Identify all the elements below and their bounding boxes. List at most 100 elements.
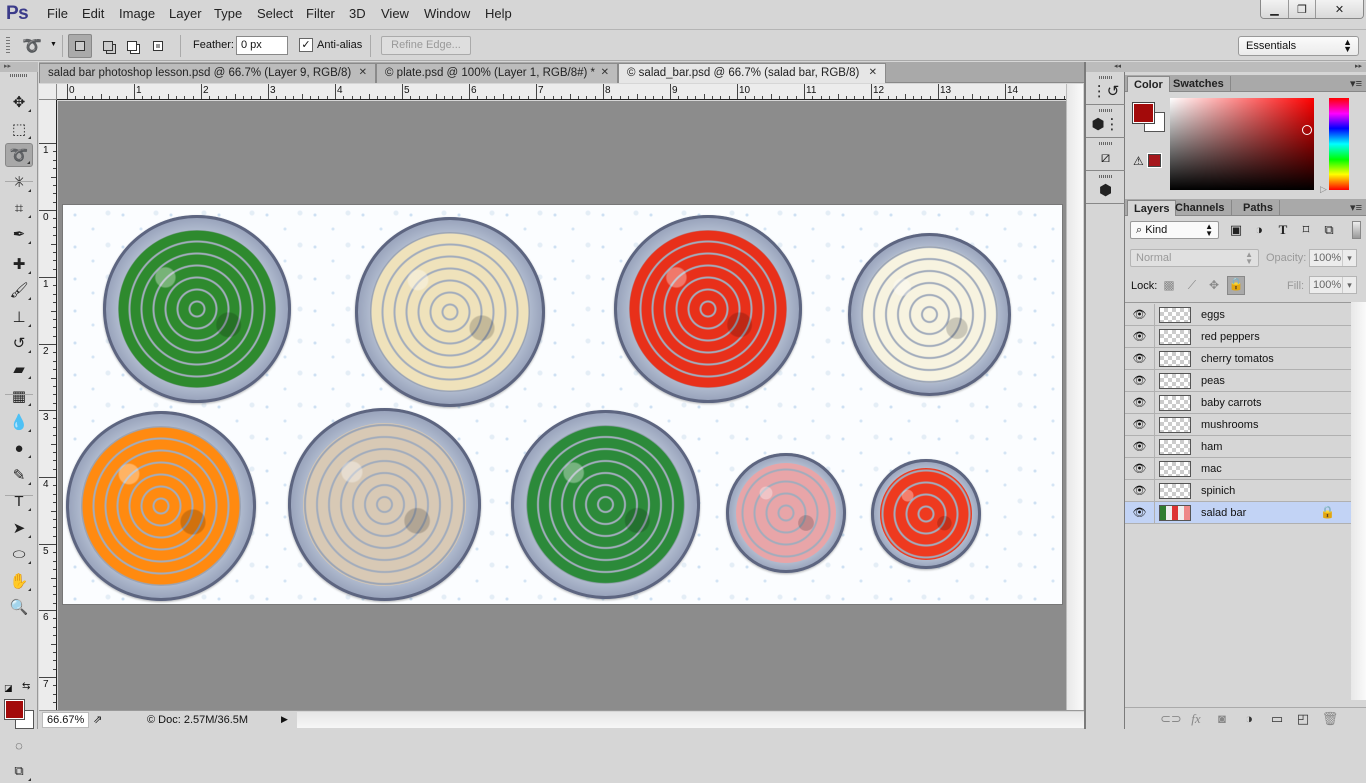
tab-color[interactable]: Color	[1127, 76, 1170, 92]
menu-layer[interactable]: Layer	[169, 6, 202, 21]
visibility-eye-icon[interactable]: 👁	[1125, 370, 1155, 392]
adjustment-layer-filter-icon[interactable]: ◑	[1251, 222, 1267, 237]
color-picker-field[interactable]	[1170, 98, 1314, 190]
blur-tool-button[interactable]: 💧	[5, 410, 33, 434]
transform-panel-button[interactable]: ⧄	[1086, 139, 1125, 171]
clone-stamp-tool-button[interactable]: ⊥	[5, 305, 33, 329]
layer-row[interactable]: 👁 mushrooms	[1125, 414, 1351, 436]
screen-mode-button[interactable]: ⧉	[5, 759, 33, 783]
visibility-eye-icon[interactable]: 👁	[1125, 458, 1155, 480]
close-tab-icon[interactable]: ✕	[869, 67, 877, 78]
fill-dropdown-icon[interactable]: ▾	[1342, 277, 1356, 293]
tab-paths[interactable]: Paths	[1237, 200, 1280, 216]
subtract-from-selection-button[interactable]	[120, 34, 144, 58]
tab-salad-bar[interactable]: © salad_bar.psd @ 66.7% (salad bar, RGB/…	[618, 63, 886, 83]
hue-slider-marker-icon[interactable]: ▷	[1320, 184, 1327, 195]
tool-preset-dropdown-icon[interactable]: ▼	[50, 41, 57, 48]
lasso-tool-preset-icon[interactable]: ➰	[22, 36, 42, 56]
add-mask-icon[interactable]: ◙	[1213, 711, 1231, 726]
default-colors-icon[interactable]: ◪	[4, 683, 13, 694]
foreground-color-swatch[interactable]	[1132, 102, 1155, 124]
ellipse-tool-button[interactable]: ⬭	[5, 542, 33, 566]
tab-channels[interactable]: Channels	[1169, 200, 1232, 216]
pixel-layer-filter-icon[interactable]: ▣	[1228, 222, 1244, 238]
layer-row[interactable]: 👁 cherry tomatos	[1125, 348, 1351, 370]
zoom-level-input[interactable]: 66.67%	[42, 712, 89, 728]
restore-button[interactable]: ❐	[1288, 0, 1315, 18]
feather-input[interactable]: 0 px	[236, 36, 288, 55]
vertical-ruler[interactable]: 1 0 1 2 3 4 5 6 7	[39, 100, 57, 710]
layer-row[interactable]: 👁 peas	[1125, 370, 1351, 392]
visibility-eye-icon[interactable]: 👁	[1125, 502, 1155, 524]
tab-plate[interactable]: © plate.psd @ 100% (Layer 1, RGB/8#) * ✕	[376, 63, 618, 83]
zoom-tool-button[interactable]: 🔍	[5, 595, 33, 619]
add-to-selection-button[interactable]	[96, 34, 120, 58]
hand-tool-button[interactable]: ✋	[5, 569, 33, 593]
move-tool-button[interactable]: ✥	[5, 90, 33, 114]
adjustment-layer-icon[interactable]: ◑	[1240, 711, 1258, 726]
layer-lock-icon[interactable]: 🔒	[1320, 505, 1335, 519]
minimize-button[interactable]: ▁	[1261, 0, 1288, 18]
panel-menu-icon[interactable]: ▾≡	[1350, 201, 1362, 214]
opacity-dropdown-icon[interactable]: ▾	[1342, 250, 1356, 266]
close-button[interactable]: ✕	[1315, 0, 1363, 18]
quick-mask-button[interactable]: ◌	[5, 733, 33, 757]
smart-object-filter-icon[interactable]: ⧉	[1321, 222, 1337, 238]
menu-view[interactable]: View	[381, 6, 409, 21]
options-bar-grip[interactable]	[6, 37, 10, 55]
opacity-input[interactable]: 100% ▾	[1309, 249, 1357, 267]
panel-menu-icon[interactable]: ▾≡	[1350, 77, 1362, 90]
layer-row[interactable]: 👁 red peppers	[1125, 326, 1351, 348]
horizontal-ruler[interactable]: 0 1 2 3 4 5 6 7 8 9 10 11 12 13 14	[57, 84, 1067, 100]
history-panel-button[interactable]: ⋮↺	[1086, 73, 1125, 105]
visibility-eye-icon[interactable]: 👁	[1125, 348, 1155, 370]
menu-select[interactable]: Select	[257, 6, 293, 21]
layer-filter-kind-select[interactable]: ⌕ Kind ▲ ▼	[1130, 221, 1219, 239]
type-tool-button[interactable]: T	[5, 489, 33, 513]
menu-window[interactable]: Window	[424, 6, 470, 21]
delete-layer-icon[interactable]: 🗑	[1321, 711, 1339, 727]
brush-tool-button[interactable]: 🖌	[5, 278, 33, 302]
visibility-eye-icon[interactable]: 👁	[1125, 392, 1155, 414]
document-canvas[interactable]	[63, 205, 1062, 604]
status-menu-arrow-icon[interactable]: ▶	[281, 714, 288, 725]
visibility-eye-icon[interactable]: 👁	[1125, 480, 1155, 502]
visibility-eye-icon[interactable]: 👁	[1125, 326, 1155, 348]
lock-position-icon[interactable]: ✥	[1206, 278, 1222, 294]
menu-filter[interactable]: Filter	[306, 6, 335, 21]
dodge-tool-button[interactable]: ●	[5, 436, 33, 460]
layer-row[interactable]: 👁 eggs	[1125, 304, 1351, 326]
menu-help[interactable]: Help	[485, 6, 512, 21]
tools-grip[interactable]	[10, 74, 28, 77]
layers-scrollbar[interactable]	[1351, 302, 1366, 700]
3d-properties-panel-button[interactable]: ⬢⋮	[1086, 106, 1125, 138]
layer-row[interactable]: 👁 spinich	[1125, 480, 1351, 502]
visibility-eye-icon[interactable]: 👁	[1125, 436, 1155, 458]
hue-slider[interactable]	[1329, 98, 1349, 190]
menu-type[interactable]: Type	[214, 6, 242, 21]
fill-input[interactable]: 100% ▾	[1309, 276, 1357, 294]
export-icon[interactable]: ⇗	[93, 713, 102, 726]
swap-colors-icon[interactable]: ⇆	[22, 681, 30, 692]
type-layer-filter-icon[interactable]: T	[1275, 222, 1291, 238]
path-selection-tool-button[interactable]: ➤	[5, 516, 33, 540]
crop-tool-button[interactable]: ⌗	[5, 196, 33, 220]
vertical-scrollbar[interactable]	[1066, 84, 1083, 710]
healing-brush-tool-button[interactable]: ✚	[5, 252, 33, 276]
eyedropper-tool-button[interactable]: ✒	[5, 222, 33, 246]
refine-edge-button[interactable]: Refine Edge...	[381, 36, 471, 55]
magic-wand-tool-button[interactable]: ✳	[5, 170, 33, 194]
new-layer-icon[interactable]: ◰	[1294, 711, 1312, 727]
workspace-select[interactable]: Essentials ▲ ▼	[1238, 36, 1359, 56]
lock-all-icon[interactable]: 🔒	[1227, 276, 1245, 295]
menu-image[interactable]: Image	[119, 6, 155, 21]
gamut-color-swatch[interactable]	[1147, 153, 1162, 168]
close-tab-icon[interactable]: ✕	[601, 67, 609, 78]
visibility-eye-icon[interactable]: 👁	[1125, 304, 1155, 326]
link-layers-icon[interactable]: ⊂⊃	[1160, 711, 1182, 727]
layer-row[interactable]: 👁 mac	[1125, 458, 1351, 480]
layer-row[interactable]: 👁 ham	[1125, 436, 1351, 458]
menu-edit[interactable]: Edit	[82, 6, 104, 21]
shape-layer-filter-icon[interactable]: ⌑	[1298, 222, 1314, 238]
menu-3d[interactable]: 3D	[349, 6, 366, 21]
